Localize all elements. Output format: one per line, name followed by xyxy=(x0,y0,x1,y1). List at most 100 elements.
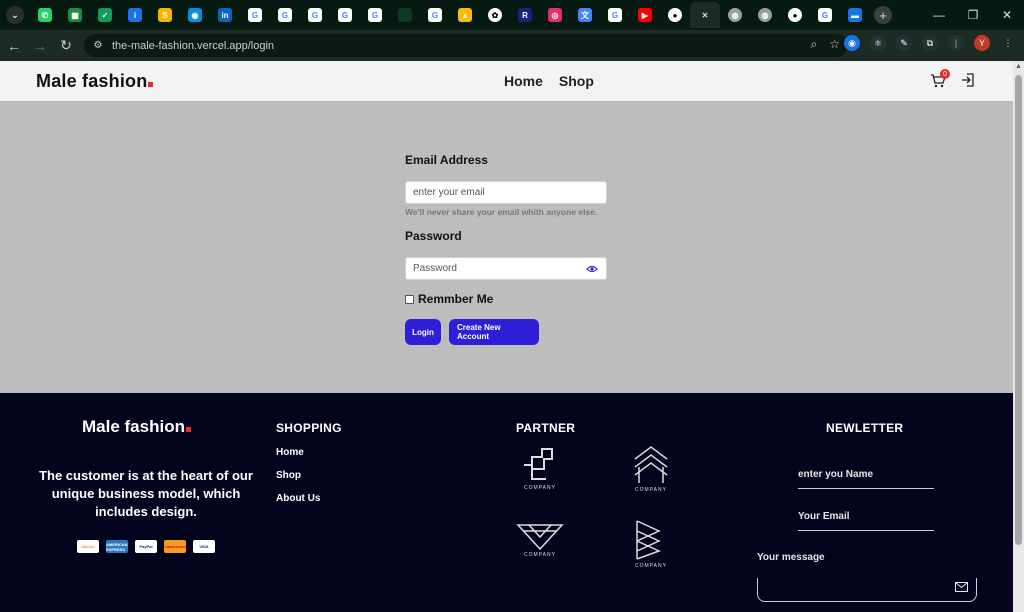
shopping-links: Home Shop About Us xyxy=(276,447,320,504)
login-svg xyxy=(962,73,974,87)
footer-home-link[interactable]: Home xyxy=(276,447,320,458)
browser-tab[interactable]: G xyxy=(270,2,300,28)
letter-s-icon: S xyxy=(158,8,172,22)
cart-icon[interactable]: 0 xyxy=(930,69,950,89)
footer-logo-text: Male fashion xyxy=(82,417,185,436)
logo-dot xyxy=(148,82,154,87)
browser-tab[interactable]: G xyxy=(810,2,840,28)
partner-label-1: COMPANY xyxy=(524,485,556,491)
browser-tab[interactable]: ▬ xyxy=(840,2,870,28)
back-icon[interactable]: ← xyxy=(2,34,26,58)
minimize-icon[interactable]: — xyxy=(922,0,956,30)
browser-tab[interactable]: ● xyxy=(660,2,690,28)
browser-tab[interactable]: ◍ xyxy=(720,2,750,28)
login-button[interactable]: Login xyxy=(405,319,441,345)
browser-tab[interactable]: G xyxy=(600,2,630,28)
browser-tab[interactable] xyxy=(390,2,420,28)
extension-icon[interactable]: ◉ xyxy=(844,35,860,51)
remember-checkbox[interactable] xyxy=(405,294,414,304)
browser-tab[interactable]: R xyxy=(510,2,540,28)
profile-avatar[interactable]: Y xyxy=(974,35,990,51)
browser-tab[interactable]: ✆ xyxy=(30,2,60,28)
browser-tab[interactable]: G xyxy=(420,2,450,28)
google-icon: G xyxy=(278,8,292,22)
zoom-icon[interactable]: ⌕ xyxy=(811,37,818,52)
tab-search-chevron-icon[interactable]: ⌄ xyxy=(6,6,24,24)
page-scrollbar[interactable]: ▲ xyxy=(1013,61,1024,612)
footer-about-link[interactable]: About Us xyxy=(276,493,320,504)
google-icon: G xyxy=(368,8,382,22)
browser-tab[interactable]: ● xyxy=(780,2,810,28)
site-header: Male fashion Home Shop 0 xyxy=(0,61,1013,101)
browser-tab-bar: ⌄ ✆ ▦ ✓ i S ◉ in G G G G G G ▲ ✿ R ◎ 文 G ▶ ● ✕ ◍ ◍ ● G ▬ + — ❐ ✕ xyxy=(0,0,1024,30)
youtube-icon: ▶ xyxy=(638,8,652,22)
browser-tab[interactable]: ◎ xyxy=(540,2,570,28)
browser-tab[interactable]: G xyxy=(300,2,330,28)
reload-icon[interactable]: ↻ xyxy=(54,34,78,58)
login-icon[interactable] xyxy=(960,72,976,88)
site-info-icon[interactable]: ⚙ xyxy=(90,38,106,54)
puzzle-icon[interactable]: ⧉ xyxy=(922,35,938,51)
browser-tab[interactable]: S xyxy=(150,2,180,28)
browser-tab[interactable]: ✓ xyxy=(90,2,120,28)
browser-tab[interactable]: ▲ xyxy=(450,2,480,28)
close-window-icon[interactable]: ✕ xyxy=(990,0,1024,30)
instagram-icon: ◎ xyxy=(548,8,562,22)
github-icon: ● xyxy=(668,8,682,22)
browser-tab[interactable]: G xyxy=(360,2,390,28)
browser-tab[interactable]: in xyxy=(210,2,240,28)
new-tab-button[interactable]: + xyxy=(874,6,892,24)
address-bar[interactable]: ⚙ the-male-fashion.vercel.app/login ⌕ ☆ xyxy=(84,34,848,57)
browser-tab[interactable]: G xyxy=(240,2,270,28)
google-icon: G xyxy=(818,8,832,22)
create-account-button[interactable]: Create New Account xyxy=(449,319,539,345)
forward-icon[interactable]: → xyxy=(28,34,52,58)
browser-tab[interactable]: ✿ xyxy=(480,2,510,28)
site-logo[interactable]: Male fashion xyxy=(36,71,154,92)
react-devtools-icon[interactable]: ⚛ xyxy=(870,35,886,51)
partner-logo-2: COMPANY xyxy=(623,445,679,505)
partner-logo-1: COMPANY xyxy=(512,445,568,505)
browser-tab[interactable]: ◍ xyxy=(750,2,780,28)
footer-description: The customer is at the heart of our uniq… xyxy=(39,468,253,519)
close-icon: ✕ xyxy=(701,10,709,20)
menu-icon[interactable]: ⋮ xyxy=(1000,35,1016,51)
bookmark-star-icon[interactable]: ☆ xyxy=(829,37,840,52)
partner-stack-logo-icon xyxy=(636,520,661,560)
color-picker-icon[interactable]: ✎ xyxy=(896,35,912,51)
nav-shop-link[interactable]: Shop xyxy=(559,73,594,89)
newsletter-message-input[interactable] xyxy=(757,578,977,602)
browser-tab[interactable]: ◉ xyxy=(180,2,210,28)
scrollbar-thumb[interactable] xyxy=(1015,75,1022,545)
page-viewport: Male fashion Home Shop 0 Email Address e… xyxy=(0,61,1013,612)
separator-icon: | xyxy=(948,35,964,51)
password-placeholder: Password xyxy=(413,263,457,274)
browser-tab[interactable]: G xyxy=(330,2,360,28)
restore-icon[interactable]: ❐ xyxy=(956,0,990,30)
google-icon: G xyxy=(608,8,622,22)
browser-tab[interactable]: ▦ xyxy=(60,2,90,28)
browser-tab[interactable]: ▶ xyxy=(630,2,660,28)
paypal-payment-icon: PayPal xyxy=(135,540,157,553)
remember-row: Remmber Me xyxy=(405,292,615,306)
browser-tab[interactable]: ✕ xyxy=(690,2,720,28)
email-help-text: We'll never share your email whith anyon… xyxy=(405,207,598,217)
nav-home-link[interactable]: Home xyxy=(504,73,543,89)
newsletter-message-label: Your message xyxy=(757,552,825,563)
send-mail-icon[interactable] xyxy=(955,582,968,592)
newsletter-email-input[interactable]: Your Email xyxy=(798,511,934,531)
scroll-up-arrow-icon[interactable]: ▲ xyxy=(1015,63,1022,70)
email-input[interactable]: enter your email xyxy=(405,181,607,204)
footer-logo[interactable]: Male fashion xyxy=(82,417,191,437)
browser-tab[interactable]: i xyxy=(120,2,150,28)
form-buttons: Login Create New Account xyxy=(405,319,615,345)
partner-triangles-logo-icon xyxy=(516,524,564,551)
show-password-eye-icon[interactable] xyxy=(586,264,598,274)
newsletter-name-input[interactable]: enter you Name xyxy=(798,469,934,489)
browser-tab[interactable]: 文 xyxy=(570,2,600,28)
newsletter-message: Your message xyxy=(757,552,977,602)
footer-shop-link[interactable]: Shop xyxy=(276,470,320,481)
password-input[interactable]: Password xyxy=(405,257,607,280)
bitcoin-payment-icon: bitcoin xyxy=(77,540,99,553)
partner-label-4: COMPANY xyxy=(635,563,667,569)
